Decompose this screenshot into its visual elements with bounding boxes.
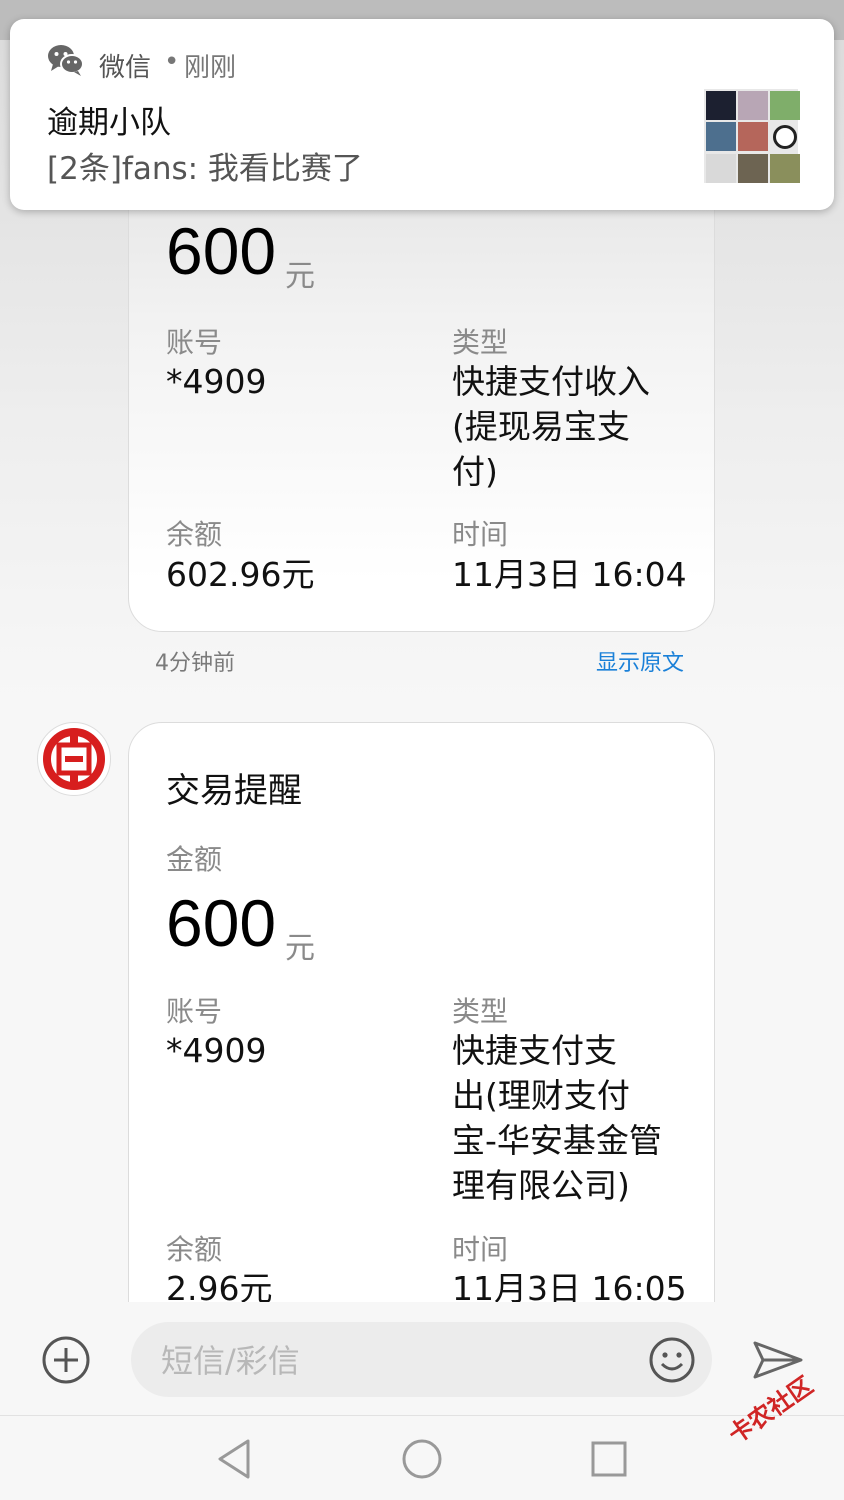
type-value-line: 快捷支付支 (452, 1031, 617, 1070)
type-label: 类型 (452, 326, 509, 359)
message-card[interactable]: 交易提醒 金额 600 元 账号 *4909 类型 快捷支付支 出(理财支付 宝… (128, 722, 715, 1302)
type-value-line: 出(理财支付 (452, 1076, 630, 1115)
bank-logo-avatar[interactable] (37, 722, 111, 796)
message-input[interactable] (159, 1322, 633, 1399)
notification-title: 逾期小队 (47, 105, 171, 141)
type-value-line: 宝-华安基金管 (452, 1121, 662, 1160)
amount-value: 600 (166, 886, 277, 960)
recent-apps-icon[interactable] (590, 1440, 628, 1478)
balance-label: 余额 (166, 1233, 223, 1266)
amount-label: 金额 (166, 843, 223, 876)
wechat-notification[interactable]: 微信 • 刚刚 逾期小队 [2条]fans: 我看比赛了 (10, 19, 834, 210)
message-timestamp: 4分钟前 (155, 651, 235, 676)
message-input-container[interactable] (131, 1322, 712, 1399)
type-value-line: 快捷支付收入 (452, 362, 650, 401)
account-label: 账号 (166, 995, 223, 1028)
account-label: 账号 (166, 326, 223, 359)
balance-value: 602.96元 (166, 555, 315, 594)
add-attachment-icon[interactable] (41, 1335, 91, 1385)
icbc-logo-icon (43, 728, 105, 790)
time-label: 时间 (452, 1233, 509, 1266)
notification-app-name: 微信 (99, 53, 152, 83)
time-value: 11月3日 16:04 (452, 555, 687, 594)
notification-time: 刚刚 (184, 53, 237, 83)
amount-value: 600 (166, 214, 277, 288)
notification-body: [2条]fans: 我看比赛了 (47, 151, 363, 187)
type-value-line: (提现易宝支 (452, 407, 630, 446)
home-icon[interactable] (400, 1437, 444, 1481)
system-navigation-bar (0, 1415, 844, 1500)
balance-label: 余额 (166, 518, 223, 551)
account-value: *4909 (166, 362, 267, 401)
group-avatar-thumbnail (704, 89, 800, 183)
emoji-icon[interactable] (648, 1336, 696, 1384)
time-label: 时间 (452, 518, 509, 551)
wechat-icon (48, 45, 84, 76)
compose-bar (0, 1302, 844, 1415)
back-icon[interactable] (214, 1438, 254, 1480)
balance-value: 2.96元 (166, 1269, 273, 1302)
notification-separator: • (164, 47, 180, 77)
type-value-line: 付) (452, 452, 498, 491)
amount-unit: 元 (285, 931, 315, 966)
account-value: *4909 (166, 1031, 267, 1070)
card-title: 交易提醒 (166, 771, 302, 811)
type-value-line: 理有限公司) (452, 1166, 630, 1205)
show-original-link[interactable]: 显示原文 (596, 645, 684, 677)
amount-unit: 元 (285, 259, 315, 294)
type-label: 类型 (452, 995, 509, 1028)
time-value: 11月3日 16:05 (452, 1269, 687, 1302)
